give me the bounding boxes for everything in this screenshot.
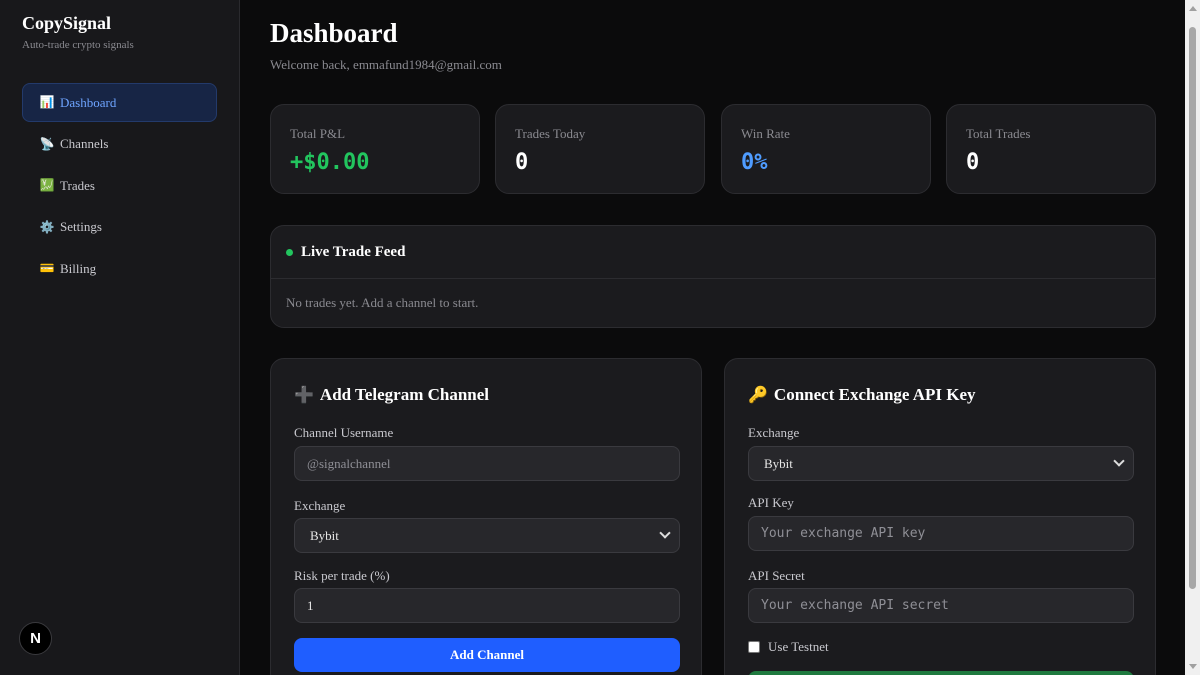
nextjs-dev-badge[interactable]: N <box>19 622 52 655</box>
gear-icon: ⚙️ <box>39 219 55 234</box>
api-exchange-select[interactable]: Bybit <box>748 446 1134 481</box>
main-content: Dashboard Welcome back, emmafund1984@gma… <box>241 0 1185 675</box>
stat-label: Total P&L <box>290 126 346 141</box>
panel-title-text: Add Telegram Channel <box>319 385 490 404</box>
exchange-select-value: Bybit <box>310 527 339 543</box>
sidebar-item-channels[interactable]: 📡 Channels <box>22 125 217 164</box>
stat-card-total-pnl: Total P&L +$0.00 <box>270 104 480 194</box>
connect-api-button[interactable] <box>748 671 1134 675</box>
stat-value: +$0.00 <box>290 150 370 175</box>
stat-value: 0 <box>966 150 980 175</box>
sidebar-item-billing[interactable]: 💳 Billing <box>22 249 217 288</box>
sidebar-item-label: Billing <box>60 260 97 276</box>
sidebar-item-settings[interactable]: ⚙️ Settings <box>22 208 217 247</box>
testnet-row: Use Testnet <box>748 639 829 655</box>
sidebar-item-label: Channels <box>60 136 109 151</box>
sidebar-item-label: Trades <box>60 177 95 193</box>
chevron-down-icon <box>659 527 671 539</box>
feed-header: Live Trade Feed <box>271 226 1155 279</box>
api-key-input[interactable]: Your exchange API key <box>748 516 1134 551</box>
sidebar-item-label: Dashboard <box>60 94 117 110</box>
sidebar-item-dashboard[interactable]: 📊 Dashboard <box>22 83 217 122</box>
connect-api-panel: 🔑 Connect Exchange API Key Exchange Bybi… <box>724 358 1156 675</box>
chart-icon: 📊 <box>39 95 55 109</box>
brand-subtitle: Auto-trade crypto signals <box>22 39 134 51</box>
api-secret-input[interactable]: Your exchange API secret <box>748 588 1134 623</box>
stat-label: Total Trades <box>966 126 1031 141</box>
panel-title: ➕ Add Telegram Channel <box>294 385 489 405</box>
key-icon: 🔑 <box>748 387 768 404</box>
live-dot-icon <box>286 248 293 256</box>
risk-label: Risk per trade (%) <box>294 568 390 583</box>
add-channel-panel: ➕ Add Telegram Channel Channel Username … <box>270 358 702 675</box>
stat-card-trades-today: Trades Today 0 <box>495 104 705 194</box>
add-channel-button[interactable]: Add Channel <box>294 638 680 672</box>
testnet-label: Use Testnet <box>768 639 829 654</box>
exchange-label: Exchange <box>748 425 800 440</box>
feed-title: Live Trade Feed <box>301 243 406 260</box>
page-title: Dashboard <box>270 18 398 48</box>
api-secret-label: API Secret <box>748 568 805 583</box>
sidebar-nav: 📊 Dashboard 📡 Channels 💹 Trades ⚙️ Setti… <box>22 83 217 291</box>
stat-value: 0 <box>515 150 529 175</box>
panel-title: 🔑 Connect Exchange API Key <box>748 385 976 405</box>
sidebar-item-label: Settings <box>60 219 102 234</box>
exchange-label: Exchange <box>294 498 346 513</box>
scroll-down-icon[interactable] <box>1189 664 1197 669</box>
chart-up-icon: 💹 <box>39 178 55 192</box>
satellite-icon: 📡 <box>39 136 55 151</box>
panel-title-text: Connect Exchange API Key <box>773 385 976 404</box>
exchange-select[interactable]: Bybit <box>294 518 680 553</box>
stat-label: Win Rate <box>741 126 790 141</box>
channel-username-label: Channel Username <box>294 425 394 440</box>
stat-card-win-rate: Win Rate 0% <box>721 104 931 194</box>
sidebar: CopySignal Auto-trade crypto signals 📊 D… <box>0 0 240 675</box>
testnet-checkbox[interactable] <box>748 641 760 653</box>
feed-empty-message: No trades yet. Add a channel to start. <box>286 295 479 310</box>
scroll-thumb[interactable] <box>1189 27 1196 589</box>
stat-card-total-trades: Total Trades 0 <box>946 104 1156 194</box>
chevron-down-icon <box>1113 455 1125 467</box>
stat-value: 0% <box>741 150 768 175</box>
sidebar-item-trades[interactable]: 💹 Trades <box>22 166 217 205</box>
stat-label: Trades Today <box>515 126 586 141</box>
page-scrollbar[interactable] <box>1185 0 1200 675</box>
risk-input[interactable]: 1 <box>294 588 680 623</box>
credit-card-icon: 💳 <box>39 261 55 275</box>
api-key-label: API Key <box>748 495 794 510</box>
channel-username-input[interactable]: @signalchannel <box>294 446 680 481</box>
welcome-text: Welcome back, emmafund1984@gmail.com <box>270 57 502 72</box>
plus-icon: ➕ <box>294 387 314 404</box>
live-trade-feed: Live Trade Feed No trades yet. Add a cha… <box>270 225 1156 328</box>
exchange-select-value: Bybit <box>764 455 793 471</box>
brand-title: CopySignal <box>22 13 112 33</box>
scroll-up-icon[interactable] <box>1189 6 1197 11</box>
